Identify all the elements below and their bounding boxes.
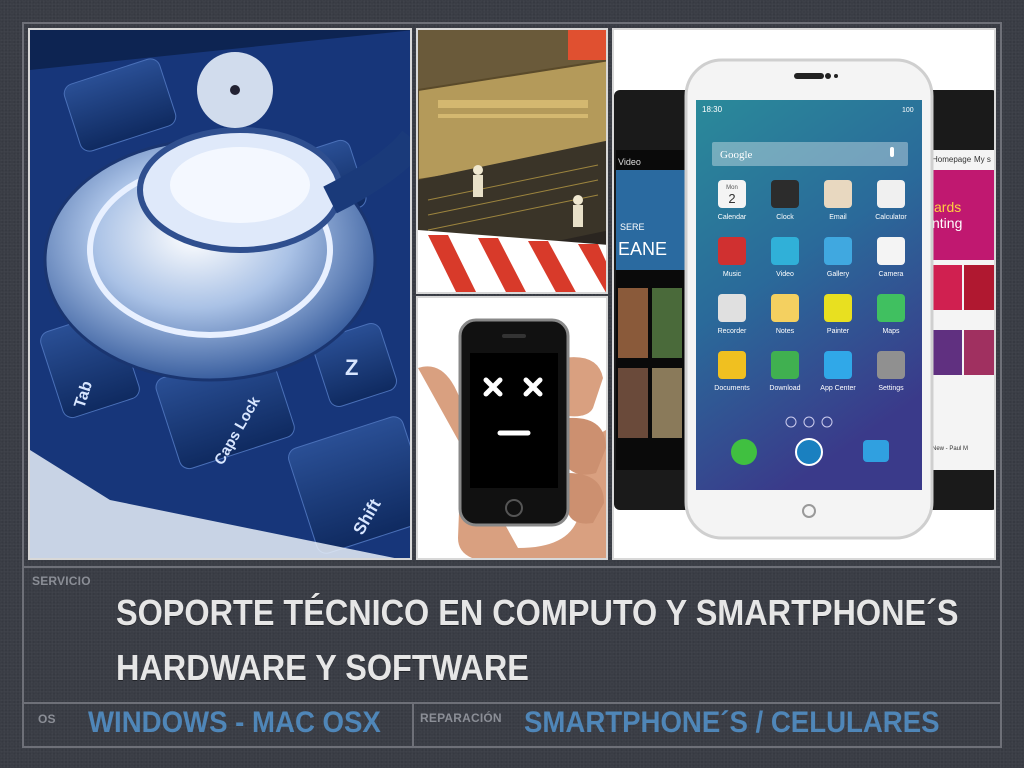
app-icon-gallery[interactable]: Gallery xyxy=(824,237,852,278)
app-label: Gallery xyxy=(827,271,850,278)
app-label: Clock xyxy=(776,214,794,221)
motherboard-illustration xyxy=(418,30,606,292)
right-screen-text1: ards xyxy=(934,199,961,215)
mic-icon[interactable] xyxy=(890,147,894,157)
app-label: Video xyxy=(776,271,794,278)
app-icon-settings[interactable]: Settings xyxy=(877,351,905,392)
app-icon-documents[interactable]: Documents xyxy=(714,351,750,392)
app-label: Recorder xyxy=(718,328,747,335)
os-value: WINDOWS - MAC OSX xyxy=(88,706,381,739)
right-screen-tab2: My s xyxy=(974,155,991,164)
app-label: Music xyxy=(723,271,742,278)
app-icon-download[interactable]: Download xyxy=(769,351,801,392)
search-placeholder: Google xyxy=(720,149,753,161)
app-label: Settings xyxy=(878,385,904,392)
title-line-1: SOPORTE TÉCNICO EN COMPUTO Y SMARTPHONE´… xyxy=(116,592,959,633)
stethoscope-keyboard-photo: Tab Caps Lock Shift Z xyxy=(28,28,412,560)
motherboard-photo xyxy=(416,28,608,294)
left-screen-text2: EANE xyxy=(618,239,667,259)
messages-dock-icon[interactable] xyxy=(795,438,823,466)
chat-dock-icon[interactable] xyxy=(863,440,889,462)
hand-holding-phone-illustration xyxy=(418,298,606,558)
divider-bottom-section xyxy=(22,702,1002,704)
title-line-2: HARDWARE Y SOFTWARE xyxy=(116,647,529,688)
divider-vertical xyxy=(412,702,414,748)
app-label: Documents xyxy=(714,385,750,392)
app-label: Painter xyxy=(827,328,850,335)
reparacion-label: REPARACIÓN xyxy=(420,711,502,725)
reparacion-value: SMARTPHONE´S / CELULARES xyxy=(524,706,940,739)
app-label: Notes xyxy=(776,328,795,335)
divider-top xyxy=(22,566,1002,568)
app-icon-recorder[interactable]: Recorder xyxy=(718,294,747,335)
stethoscope-keyboard-illustration: Tab Caps Lock Shift Z xyxy=(30,30,410,558)
app-icon-calendar[interactable]: Mon2Calendar xyxy=(718,180,747,221)
app-label: App Center xyxy=(820,385,856,392)
os-label: OS xyxy=(38,712,56,726)
smartphone-photo: Video SERE EANE Homepage My s ards nting… xyxy=(612,28,996,560)
left-screen-tab: Video xyxy=(618,157,641,167)
app-label: Download xyxy=(769,385,800,392)
smartphone-illustration: Video SERE EANE Homepage My s ards nting… xyxy=(614,30,994,558)
app-label: Camera xyxy=(879,271,904,278)
status-battery: 100 xyxy=(902,107,914,114)
right-screen-text2: nting xyxy=(932,215,962,231)
app-label: Calculator xyxy=(875,214,907,221)
app-label: Maps xyxy=(882,328,900,335)
calendar-day: 2 xyxy=(728,191,735,206)
app-icon-calculator[interactable]: Calculator xyxy=(875,180,907,221)
app-label: Calendar xyxy=(718,214,747,221)
right-screen-bottom: New - Paul M xyxy=(932,446,968,452)
app-label: Email xyxy=(829,214,847,221)
key-label-z: Z xyxy=(345,355,358,380)
phone-dock-icon[interactable] xyxy=(731,439,757,465)
app-icon-painter[interactable]: Painter xyxy=(824,294,852,335)
left-screen-text1: SERE xyxy=(620,222,645,232)
app-icon-camera[interactable]: Camera xyxy=(877,237,905,278)
right-screen-tab1: Homepage xyxy=(932,155,972,164)
app-icon-app-center[interactable]: App Center xyxy=(820,351,856,392)
broken-phone-photo xyxy=(416,296,608,560)
status-time: 18:30 xyxy=(702,105,723,114)
servicio-label: SERVICIO xyxy=(32,574,91,588)
